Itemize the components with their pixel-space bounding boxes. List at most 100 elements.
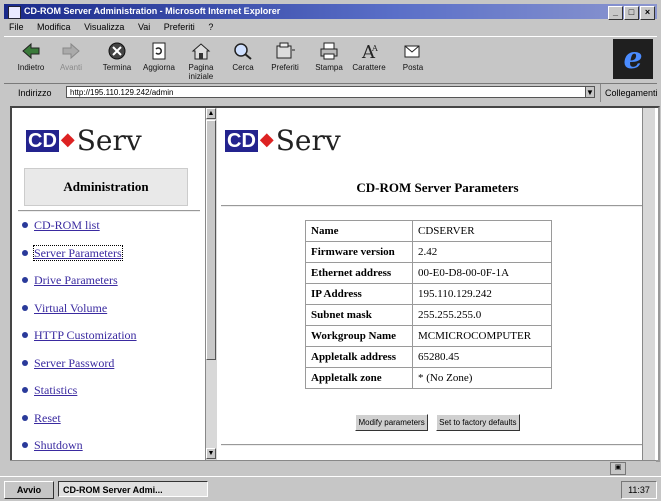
left-frame: CD ◆Serv Administration CD-ROM list Serve… [12,108,205,460]
scroll-up-icon[interactable]: ▲ [206,108,216,119]
param-value: 65280.45 [412,346,552,368]
back-arrow-icon [22,42,40,60]
table-row: Ethernet address 00-E0-D8-00-0F-1A [305,262,552,284]
left-frame-scrollbar[interactable]: ▲ ▼ [205,108,217,460]
bullet-icon [22,277,28,283]
print-icon [320,42,338,60]
table-row: Workgroup Name MCMICROCOMPUTER [305,325,552,347]
taskbar-item-ie[interactable]: CD-ROM Server Admi... [58,481,208,497]
font-icon: AA [361,42,378,61]
cdserv-logo: CD ◆Serv [26,124,142,157]
font-button[interactable]: AA Carattere [348,39,390,81]
search-icon [234,43,252,60]
menu-help[interactable]: ? [208,22,213,32]
favorites-button[interactable]: Preferiti [264,39,306,81]
menu-file[interactable]: File [9,22,24,32]
param-value: CDSERVER [412,220,552,242]
nav-item-statistics[interactable]: Statistics [22,383,197,411]
bullet-icon [22,249,28,256]
nav-item-http-customization[interactable]: HTTP Customization [22,328,197,356]
scroll-down-icon[interactable]: ▼ [206,448,216,459]
print-button[interactable]: Stampa [308,39,350,81]
param-key: IP Address [305,283,413,305]
clock: 11:37 [621,481,657,499]
param-key: Name [305,220,413,242]
stop-icon [108,42,126,60]
nav-item-server-password[interactable]: Server Password [22,356,197,384]
address-label: Indirizzo [18,88,52,98]
administration-heading: Administration [24,168,188,206]
bullet-icon [22,387,28,393]
back-button[interactable]: Indietro [10,39,52,81]
param-key: Workgroup Name [305,325,413,347]
forward-button[interactable]: Avanti [50,39,92,81]
links-button[interactable]: Collegamenti [600,84,658,102]
refresh-icon [152,42,166,60]
toolbar: Indietro Avanti Termina Aggiorna Pagina … [4,36,657,84]
search-button[interactable]: Cerca [222,39,264,81]
home-button[interactable]: Pagina iniziale [180,39,222,81]
table-row: Subnet mask 255.255.255.0 [305,304,552,326]
forward-arrow-icon [62,42,80,60]
button-row: Modify parameters Set to factory default… [217,412,658,431]
modify-parameters-button[interactable]: Modify parameters [355,414,428,431]
browser-window: CD-ROM Server Administration - Microsoft… [0,0,661,501]
window-title: CD-ROM Server Administration - Microsoft… [24,6,281,16]
param-key: Subnet mask [305,304,413,326]
favorites-icon [276,42,295,59]
page-title: CD-ROM Server Parameters [356,180,519,195]
nav-item-drive-parameters[interactable]: Drive Parameters [22,273,197,301]
stop-button[interactable]: Termina [96,39,138,81]
mail-icon [404,45,420,58]
param-value: 00-E0-D8-00-0F-1A [412,262,552,284]
bullet-icon [22,442,28,448]
bullet-icon [22,414,28,421]
start-button[interactable]: Avvio [4,481,54,499]
table-row: Firmware version 2.42 [305,241,552,263]
param-value: 195.110.129.242 [412,283,552,305]
bullet-icon [22,332,28,338]
bullet-icon [22,222,28,228]
server-parameters-table: Name CDSERVER Firmware version 2.42 Ethern… [305,220,552,389]
param-key: Firmware version [305,241,413,263]
param-key: Appletalk address [305,346,413,368]
divider [221,205,646,207]
param-value: 255.255.255.0 [412,304,552,326]
param-value: * (No Zone) [412,367,552,389]
address-dropdown-button[interactable]: ▼ [585,86,595,98]
nav-item-virtual-volume[interactable]: Virtual Volume [22,301,197,329]
admin-nav: CD-ROM list Server Parameters Drive Para… [22,218,197,460]
bullet-icon [22,304,28,311]
param-key: Appletalk zone [305,367,413,389]
divider [221,444,646,446]
divider [18,210,200,212]
refresh-button[interactable]: Aggiorna [138,39,180,81]
taskbar: Avvio CD-ROM Server Admi... 11:37 [0,476,661,501]
address-bar: Indirizzo http://195.110.129.242/admin ▼… [4,84,658,102]
param-value: MCMICROCOMPUTER [412,325,552,347]
home-icon [191,43,211,60]
status-bar: ▣ [10,460,656,475]
mail-button[interactable]: Posta [392,39,434,81]
menu-vai[interactable]: Vai [138,22,150,32]
menu-bar: File Modifica Visualizza Vai Preferiti ? [4,20,657,34]
right-frame-scrollbar[interactable] [642,108,655,460]
page-content: CD ◆Serv Administration CD-ROM list Serve… [10,106,660,462]
nav-item-cdrom-list[interactable]: CD-ROM list [22,218,197,246]
nav-item-shutdown[interactable]: Shutdown [22,438,197,460]
factory-defaults-button[interactable]: Set to factory defaults [436,414,520,431]
menu-preferiti[interactable]: Preferiti [164,22,195,32]
address-input[interactable]: http://195.110.129.242/admin [66,86,586,98]
ie-logo-icon: e [613,39,653,79]
scroll-thumb[interactable] [206,120,216,360]
menu-modifica[interactable]: Modifica [37,22,71,32]
nav-item-reset[interactable]: Reset [22,411,197,439]
maximize-button[interactable]: □ [624,6,639,20]
menu-visualizza[interactable]: Visualizza [84,22,124,32]
nav-item-server-parameters[interactable]: Server Parameters [22,244,197,274]
minimize-button[interactable]: _ [608,6,623,20]
param-key: Ethernet address [305,262,413,284]
close-button[interactable]: × [640,6,655,20]
table-row: Appletalk address 65280.45 [305,346,552,368]
title-bar: CD-ROM Server Administration - Microsoft… [4,4,657,20]
